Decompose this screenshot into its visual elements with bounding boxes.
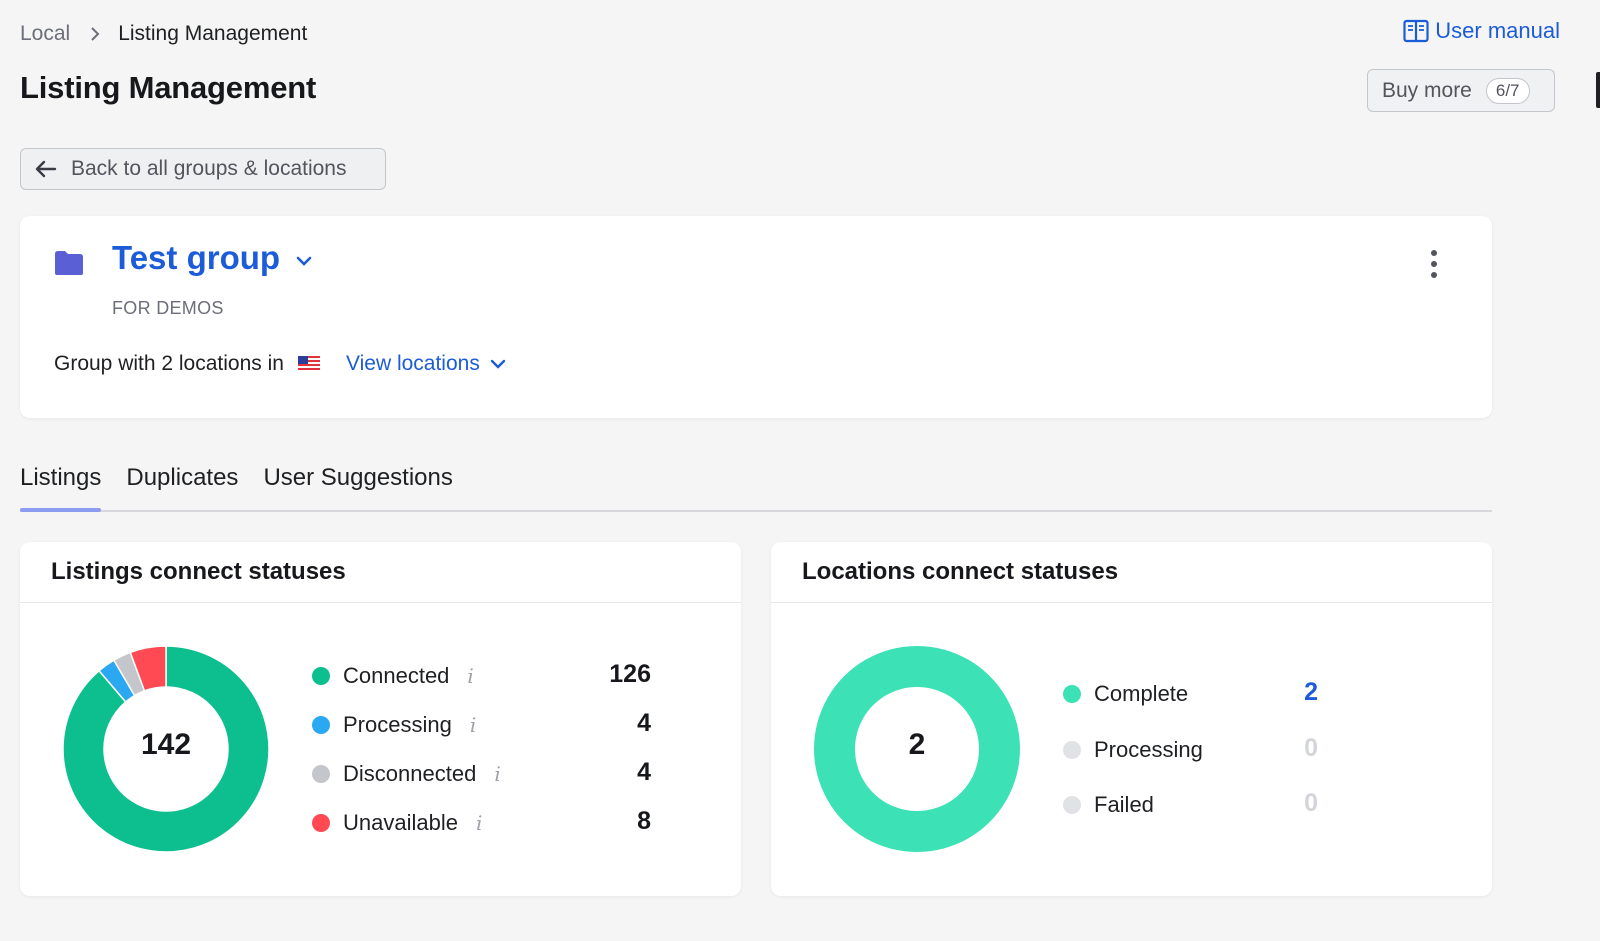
limit-count-badge: 6/7	[1485, 77, 1530, 104]
tab-listings[interactable]: Listings	[20, 462, 102, 512]
chevron-down-icon	[296, 256, 312, 266]
legend-label: Processing	[1094, 737, 1203, 762]
tab-user-suggestions[interactable]: User Suggestions	[263, 462, 452, 510]
info-icon[interactable]: i	[467, 664, 473, 688]
book-icon	[1403, 19, 1429, 43]
group-description-text: Group with 2 locations in	[54, 352, 284, 375]
processing-dot	[312, 716, 330, 734]
complete-dot	[1063, 685, 1081, 703]
legend-complete: Complete	[1063, 681, 1188, 707]
breadcrumb-local-link[interactable]: Local	[20, 22, 70, 46]
kebab-dot	[1431, 272, 1437, 278]
failed-count: 0	[1304, 789, 1318, 817]
failed-dot	[1063, 796, 1081, 814]
listings-total: 142	[140, 728, 192, 761]
back-button-label: Back to all groups & locations	[71, 157, 347, 180]
group-name-dropdown[interactable]: Test group	[112, 239, 312, 277]
group-name: Test group	[112, 239, 281, 276]
complete-count[interactable]: 2	[1238, 678, 1318, 707]
us-flag-icon	[297, 356, 320, 372]
chevron-right-icon	[90, 27, 100, 41]
info-icon[interactable]: i	[470, 713, 476, 737]
legend-processing: Processing i	[312, 712, 476, 738]
breadcrumb-current: Listing Management	[118, 22, 308, 45]
disconnected-count: 4	[637, 758, 651, 786]
legend-label: Disconnected	[343, 761, 477, 786]
legend-label: Unavailable	[343, 810, 458, 835]
legend-disconnected: Disconnected i	[312, 761, 501, 787]
locations-total: 2	[908, 728, 926, 761]
processing-dot	[1063, 741, 1081, 759]
listings-card-title: Listings connect statuses	[20, 542, 741, 603]
legend-label: Processing	[343, 712, 452, 737]
group-card: Test group FOR DEMOS Group with 2 locati…	[20, 216, 1492, 418]
locations-status-card: Locations connect statuses 2 Complete 2 …	[771, 542, 1492, 896]
arrow-left-icon	[35, 160, 57, 178]
processing-count: 4	[637, 709, 651, 737]
legend-label: Failed	[1094, 792, 1154, 817]
tab-duplicates[interactable]: Duplicates	[126, 462, 238, 510]
kebab-dot	[1431, 250, 1437, 256]
disconnected-dot	[312, 765, 330, 783]
edge-indicator	[1596, 72, 1600, 108]
kebab-dot	[1431, 261, 1437, 267]
breadcrumb: Local Listing Management	[20, 20, 307, 48]
listings-status-card: Listings connect statuses 142 Connected …	[20, 542, 741, 896]
info-icon[interactable]: i	[476, 811, 482, 835]
legend-failed: Failed	[1063, 792, 1154, 818]
legend-label: Connected	[343, 663, 450, 688]
locations-card-title: Locations connect statuses	[771, 542, 1492, 603]
user-manual-label: User manual	[1435, 18, 1560, 43]
view-locations-dropdown[interactable]: View locations	[346, 352, 506, 376]
legend-label: Complete	[1094, 681, 1189, 706]
page-title: Listing Management	[20, 70, 317, 105]
connected-count: 126	[609, 660, 651, 688]
folder-icon	[55, 251, 83, 275]
group-subtitle: FOR DEMOS	[112, 298, 224, 318]
more-options-button[interactable]	[1425, 248, 1443, 280]
connected-dot	[312, 667, 330, 685]
group-description: Group with 2 locations in View locations	[54, 352, 506, 376]
buy-more-button[interactable]: Buy more 6/7	[1367, 69, 1555, 112]
legend-processing: Processing	[1063, 737, 1203, 763]
unavailable-count: 8	[637, 807, 651, 835]
back-to-groups-button[interactable]: Back to all groups & locations	[20, 148, 386, 190]
buy-more-label: Buy more	[1382, 78, 1472, 102]
view-locations-label: View locations	[345, 352, 480, 375]
user-manual-link[interactable]: User manual	[1403, 18, 1560, 44]
legend-unavailable: Unavailable i	[312, 810, 482, 836]
unavailable-dot	[312, 814, 330, 832]
tab-bar: Listings Duplicates User Suggestions	[20, 462, 1492, 512]
processing-count: 0	[1304, 734, 1318, 762]
chevron-down-icon	[490, 359, 506, 369]
info-icon[interactable]: i	[494, 762, 500, 786]
legend-connected: Connected i	[312, 663, 474, 689]
